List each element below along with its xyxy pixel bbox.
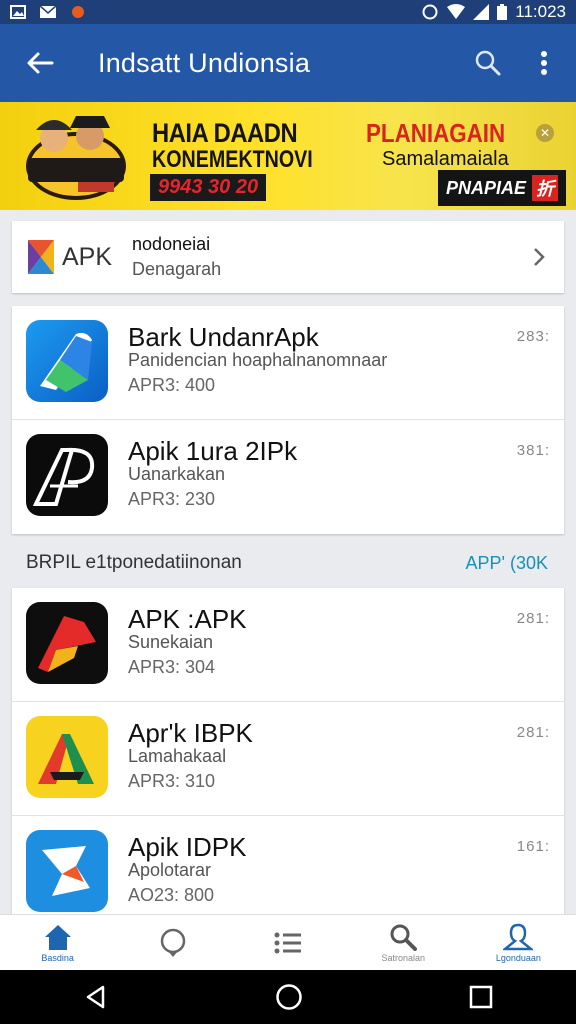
app-description: Panidencian hoaphalnanomnaar [128,350,388,370]
app-rating: 381: [516,442,550,459]
app-meta: AO23: 800 [128,885,215,905]
bottom-navigation: Basdina Satronalan Lgonduaan [0,914,576,970]
more-vert-icon [541,51,547,75]
home-circle-icon[interactable] [275,983,303,1011]
banner-mascot-icon [26,116,126,200]
app-logo-icon [40,332,92,392]
app-name: APK :APK [128,604,247,634]
section-see-all-link[interactable]: APP' (30K [466,553,564,574]
app-logo-icon [38,616,96,672]
profile-icon [503,923,534,950]
nav-chat[interactable] [115,915,230,970]
nav-profile-label: Lgonduaan [495,952,541,963]
signal-icon [473,4,490,20]
nav-list[interactable] [230,915,345,970]
overflow-menu-button[interactable] [516,24,572,102]
app-rating: 161: [516,838,550,855]
home-icon [44,924,71,950]
banner-price: 9943 30 20 [150,174,267,201]
app-description: Uanarkakan [128,464,226,484]
chat-icon [160,928,186,957]
apk-logo-icon [28,240,54,274]
banner-right-title: PLANIAGAIN [366,118,506,148]
search-icon [475,50,501,76]
app-notification-icon [72,6,84,18]
banner-headline: HAIA DAADN [152,118,298,148]
apk-card-subtitle: Denagarah [132,259,222,279]
app-bar: Indsatt Undionsia [0,24,576,102]
app-icon [26,434,108,516]
section-title: BRPIL e1tponedatiinonan [26,552,242,573]
section-header: BRPIL e1tponedatiinonan APP' (30K [12,546,564,580]
app-icon [26,830,108,912]
list-icon [274,932,301,953]
app-logo-icon [38,734,94,784]
list-item[interactable]: Apr'k IBPK Lamahakaal APR3: 310 281: [12,702,564,816]
app-description: Apolotarar [128,860,212,880]
banner-cta-badge: 折 [532,175,559,201]
close-icon: ✕ [539,126,551,140]
apk-source-card[interactable]: APK nodoneiai Denagarah [12,221,564,293]
chevron-right-icon [534,248,545,266]
nav-profile[interactable]: Lgonduaan [461,915,576,970]
list-item[interactable]: Bark UndanrApk Panidencian hoaphalnanomn… [12,306,564,420]
arrow-left-icon [27,52,54,74]
apk-card-title: nodoneiai [132,234,211,254]
battery-icon [497,4,508,20]
banner-right-subtitle: Samalamaiala [382,148,509,170]
nav-search[interactable]: Satronalan [346,915,461,970]
apk-logo-text: APK [62,242,113,271]
app-icon [26,716,108,798]
nav-home[interactable]: Basdina [0,915,115,970]
promo-banner[interactable]: HAIA DAADN KONEMEKTNOVI 9943 30 20 PLANI… [0,102,576,210]
app-name: Apr'k IBPK [128,718,253,748]
banner-cta-label: PNAPIAE [446,177,527,198]
featured-app-list: Bark UndanrApk Panidencian hoaphalnanomn… [12,306,564,534]
app-rating: 281: [516,610,550,627]
list-item[interactable]: Apik 1ura 2IPk Uanarkakan APR3: 230 381: [12,420,564,534]
app-meta: APR3: 400 [128,375,216,395]
app-meta: APR3: 310 [128,771,216,791]
app-icon [26,320,108,402]
status-bar: 11:023 [0,0,576,24]
recents-square-icon[interactable] [469,985,493,1009]
gallery-notification-icon [10,5,26,19]
banner-close-button[interactable]: ✕ [536,124,554,142]
nav-search-label: Satronalan [381,952,425,963]
banner-cta-button[interactable]: PNAPIAE 折 [438,170,567,206]
app-description: Lamahakaal [128,746,227,766]
banner-subheadline: KONEMEKTNOVI [152,146,313,173]
app-logo-icon [42,846,90,896]
search-icon [390,924,418,951]
alarm-icon [422,4,438,20]
nav-home-label: Basdina [41,952,74,963]
app-description: Sunekaian [128,632,214,652]
mail-notification-icon [40,5,56,18]
system-navigation-bar [0,970,576,1024]
status-time: 11:023 [515,2,566,21]
app-rating: 281: [516,724,550,741]
page-title: Indsatt Undionsia [98,47,311,78]
app-meta: APR3: 230 [128,489,216,509]
app-icon [26,602,108,684]
app-name: Apik IDPK [128,832,247,862]
app-name: Apik 1ura 2IPk [128,436,298,466]
back-triangle-icon[interactable] [83,984,109,1010]
app-name: Bark UndanrApk [128,322,319,352]
list-item[interactable]: Apik IDPK Apolotarar AO23: 800 161: [12,816,564,930]
list-item[interactable]: APK :APK Sunekaian APR3: 304 281: [12,588,564,702]
app-logo-icon [32,447,95,506]
back-button[interactable] [10,24,70,102]
app-meta: APR3: 304 [128,657,216,677]
app-rating: 283: [516,328,550,345]
more-app-list: APK :APK Sunekaian APR3: 304 281: Apr'k … [12,588,564,914]
search-button[interactable] [460,24,516,102]
wifi-icon [447,4,466,19]
